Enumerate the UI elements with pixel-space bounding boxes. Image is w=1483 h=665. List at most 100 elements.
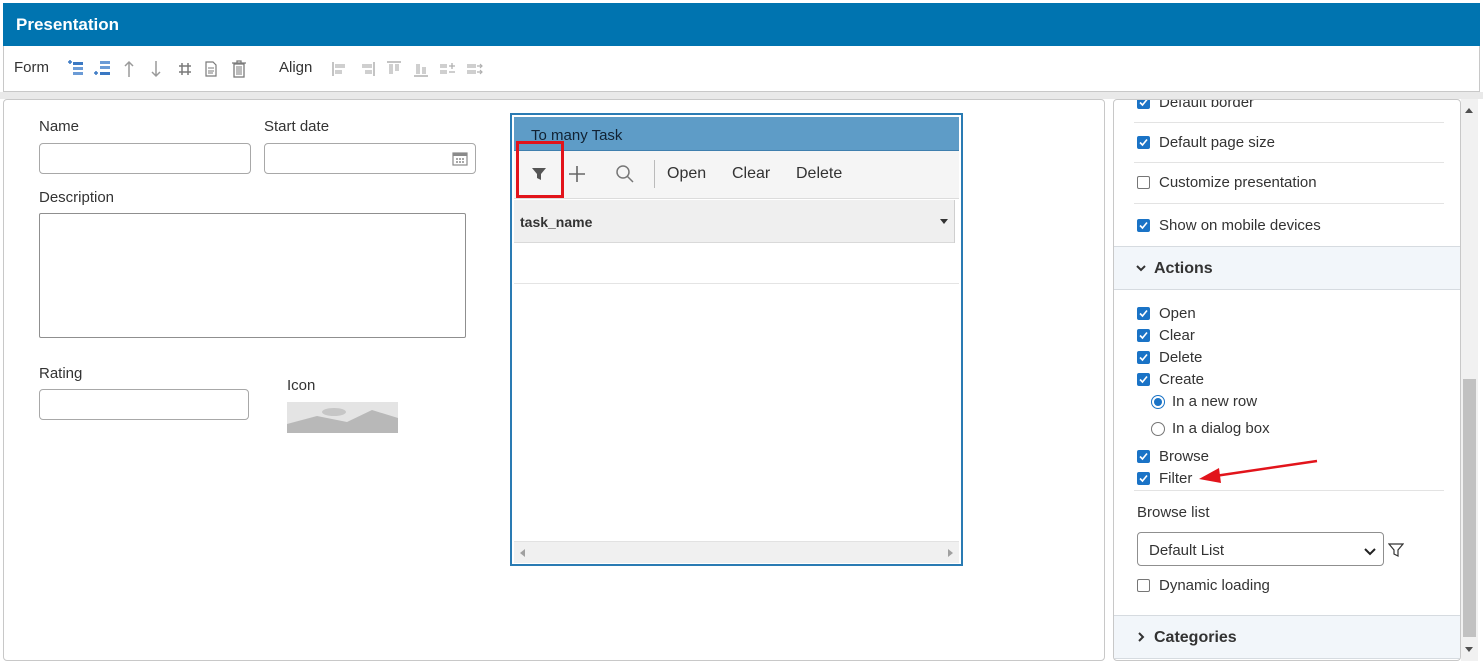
checkbox-checked-icon[interactable] — [1137, 307, 1150, 320]
chevron-down-icon — [1135, 261, 1147, 278]
start-date-input[interactable] — [264, 143, 476, 174]
clear-button[interactable]: Clear — [732, 165, 770, 183]
scroll-thumb[interactable] — [1463, 379, 1476, 637]
categories-title: Categories — [1154, 629, 1237, 646]
dynamic-loading-option[interactable]: Dynamic loading — [1137, 577, 1270, 594]
distribute-right-icon[interactable] — [466, 59, 484, 79]
categories-section-header[interactable]: Categories — [1114, 615, 1460, 659]
create-in-new-row-option[interactable]: In a new row — [1151, 393, 1257, 410]
option-label: Show on mobile devices — [1159, 217, 1321, 234]
delete-button[interactable]: Delete — [796, 165, 842, 183]
trash-icon[interactable] — [230, 59, 248, 79]
align-right-icon[interactable] — [358, 59, 376, 79]
start-date-label: Start date — [264, 118, 330, 135]
option-label: Create — [1159, 371, 1205, 388]
icon-label: Icon — [287, 377, 316, 394]
radio-unselected-icon[interactable] — [1151, 421, 1165, 436]
description-label: Description — [39, 189, 115, 206]
option-label: Dynamic loading — [1159, 577, 1270, 594]
grid-toolbar: Open Clear Delete — [514, 141, 959, 199]
option-label: Customize presentation — [1159, 174, 1317, 191]
action-filter-option[interactable]: Filter — [1137, 470, 1192, 487]
default-page-size-option[interactable]: Default page size — [1137, 134, 1275, 151]
action-create-option[interactable]: Create — [1137, 371, 1204, 388]
toolbar-separator — [0, 92, 1483, 99]
checkbox-unchecked-icon[interactable] — [1137, 579, 1150, 592]
divider — [1134, 162, 1444, 163]
task-grid: To many Task Open Clear Delete task_name — [510, 113, 963, 566]
grid-row — [514, 283, 959, 284]
align-top-icon[interactable] — [385, 59, 403, 79]
option-label: Default border — [1159, 99, 1255, 111]
calendar-icon[interactable] — [452, 151, 468, 170]
checkbox-checked-icon[interactable] — [1137, 351, 1150, 364]
column-header-task-name[interactable]: task_name — [514, 200, 954, 243]
checkbox-checked-icon[interactable] — [1137, 136, 1150, 149]
description-textarea[interactable] — [39, 213, 466, 338]
checkbox-checked-icon[interactable] — [1137, 450, 1150, 463]
image-placeholder-icon[interactable] — [287, 402, 398, 433]
checkbox-checked-icon[interactable] — [1137, 472, 1150, 485]
chevron-right-icon — [1135, 630, 1147, 647]
rating-input[interactable] — [39, 389, 249, 420]
filter-icon[interactable] — [531, 166, 547, 186]
scroll-down-icon[interactable] — [1465, 647, 1473, 652]
move-up-icon[interactable] — [120, 59, 138, 79]
scroll-left-icon[interactable] — [520, 549, 525, 557]
radio-selected-icon[interactable] — [1151, 394, 1165, 409]
window-titlebar: Presentation — [3, 3, 1480, 46]
customize-presentation-option[interactable]: Customize presentation — [1137, 174, 1317, 191]
checkbox-checked-icon[interactable] — [1137, 100, 1150, 109]
annotation-arrow-icon — [1199, 459, 1318, 483]
form-label: Form — [14, 59, 49, 76]
align-left-icon[interactable] — [331, 59, 349, 79]
column-header-label: task_name — [520, 214, 593, 230]
browse-list-select[interactable]: Default List — [1137, 532, 1384, 566]
align-bottom-icon[interactable] — [412, 59, 430, 79]
option-label: In a dialog box — [1172, 420, 1270, 437]
grid-icon[interactable] — [176, 59, 194, 79]
action-delete-option[interactable]: Delete — [1137, 349, 1202, 366]
insert-field-icon[interactable] — [93, 59, 111, 79]
form-canvas: Name Start date Description Rating Icon … — [3, 99, 1105, 661]
grid-header: To many Task — [514, 117, 959, 151]
create-in-dialog-option[interactable]: In a dialog box — [1151, 420, 1270, 437]
chevron-down-icon — [1364, 544, 1376, 561]
properties-panel: Default border Default page size Customi… — [1113, 99, 1461, 661]
actions-title: Actions — [1154, 260, 1213, 277]
toolbar: Form Align — [3, 46, 1480, 92]
action-clear-option[interactable]: Clear — [1137, 327, 1195, 344]
column-separator — [954, 200, 955, 243]
default-border-option[interactable]: Default border — [1137, 99, 1255, 111]
search-icon[interactable] — [615, 164, 635, 188]
window-title: Presentation — [16, 15, 119, 34]
move-down-icon[interactable] — [147, 59, 165, 79]
checkbox-unchecked-icon[interactable] — [1137, 176, 1150, 189]
divider — [1134, 122, 1444, 123]
scroll-up-icon[interactable] — [1465, 108, 1473, 113]
document-icon[interactable] — [202, 59, 220, 79]
add-icon[interactable] — [568, 165, 586, 187]
show-on-mobile-option[interactable]: Show on mobile devices — [1137, 217, 1321, 234]
checkbox-checked-icon[interactable] — [1137, 329, 1150, 342]
open-button[interactable]: Open — [667, 165, 706, 183]
column-menu-icon[interactable] — [940, 219, 948, 224]
panel-vertical-scrollbar[interactable] — [1461, 99, 1478, 661]
horizontal-scrollbar[interactable] — [514, 541, 959, 563]
distribute-horizontal-icon[interactable] — [439, 59, 457, 79]
filter-icon[interactable] — [1387, 542, 1405, 562]
actions-section-header[interactable]: Actions — [1114, 246, 1460, 290]
add-field-icon[interactable] — [66, 59, 84, 79]
browse-list-label: Browse list — [1137, 504, 1210, 521]
checkbox-checked-icon[interactable] — [1137, 373, 1150, 386]
checkbox-checked-icon[interactable] — [1137, 219, 1150, 232]
action-open-option[interactable]: Open — [1137, 305, 1196, 322]
name-input[interactable] — [39, 143, 251, 174]
option-label: Filter — [1159, 470, 1193, 487]
divider — [1134, 203, 1444, 204]
scroll-right-icon[interactable] — [948, 549, 953, 557]
option-label: Open — [1159, 305, 1196, 322]
divider — [1134, 490, 1444, 491]
option-label: Default page size — [1159, 134, 1275, 151]
option-label: In a new row — [1172, 393, 1258, 410]
